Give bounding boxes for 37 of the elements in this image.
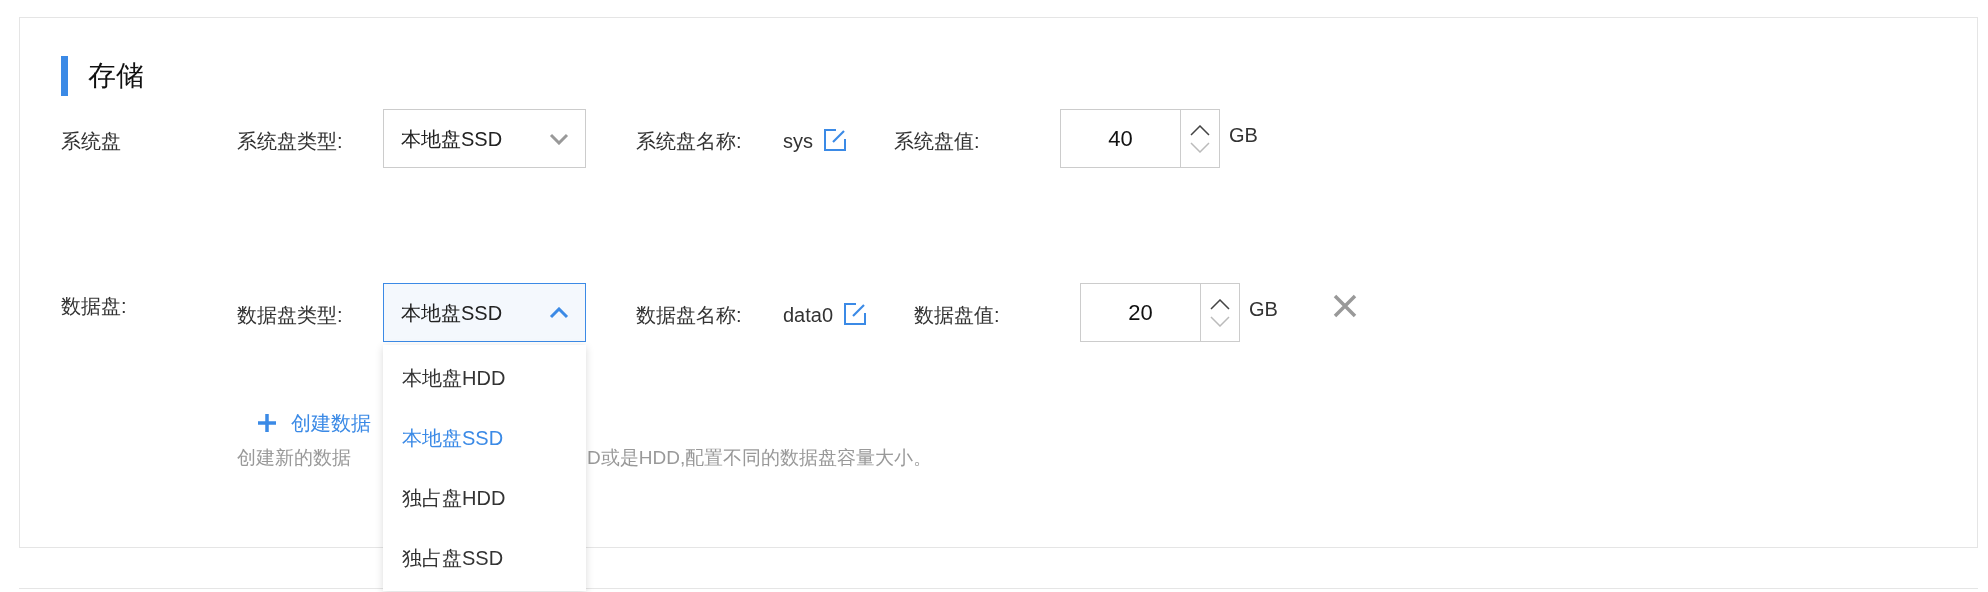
disk-label: 系统盘 [61, 129, 122, 154]
edit-icon[interactable] [843, 302, 868, 326]
dropdown-option[interactable]: 独占盘SSD [383, 528, 586, 588]
edit-icon[interactable] [823, 128, 847, 152]
size-input[interactable]: 20 [1081, 284, 1202, 341]
size-input[interactable]: 40 [1061, 110, 1181, 167]
section-title: 存储 [88, 59, 144, 93]
field-label: 系统盘名称: [636, 129, 743, 154]
dropdown-option[interactable]: 本地盘HDD [383, 348, 586, 408]
field-label: 系统盘类型: [237, 129, 344, 154]
hint-text: D或是HDD,配置不同的数据盘容量大小。 [587, 446, 933, 470]
section-accent-bar [61, 56, 68, 96]
decrement-icon[interactable] [1190, 141, 1210, 153]
add-data-disk-link[interactable]: 创建数据 [237, 408, 371, 438]
disk-type-select[interactable]: 本地盘SSD [383, 109, 586, 168]
disk-name: data0 [783, 303, 834, 328]
unit-label: GB [1229, 123, 1258, 148]
dropdown-option[interactable]: 本地盘SSD [383, 408, 586, 468]
field-label: 数据盘类型: [237, 303, 344, 328]
increment-icon[interactable] [1210, 298, 1231, 310]
hint-text: 创建新的数据 [237, 446, 352, 470]
field-label: 数据盘值: [914, 303, 1001, 328]
caret-up-icon [549, 306, 569, 319]
number-input[interactable]: 40 [1060, 109, 1220, 168]
disk-label: 数据盘: [61, 294, 128, 319]
number-input[interactable]: 20 [1080, 283, 1241, 342]
close-icon[interactable] [1332, 294, 1357, 318]
disk-type-select[interactable]: 本地盘SSD [383, 283, 586, 342]
caret-down-icon [549, 132, 569, 145]
field-label: 系统盘值: [894, 129, 981, 154]
field-label: 数据盘名称: [636, 303, 743, 328]
dropdown-option[interactable]: 独占盘HDD [383, 468, 586, 528]
decrement-icon[interactable] [1210, 315, 1231, 327]
plus-icon [257, 413, 277, 433]
unit-label: GB [1249, 297, 1278, 322]
disk-name: sys [783, 129, 813, 154]
increment-icon[interactable] [1190, 124, 1210, 136]
